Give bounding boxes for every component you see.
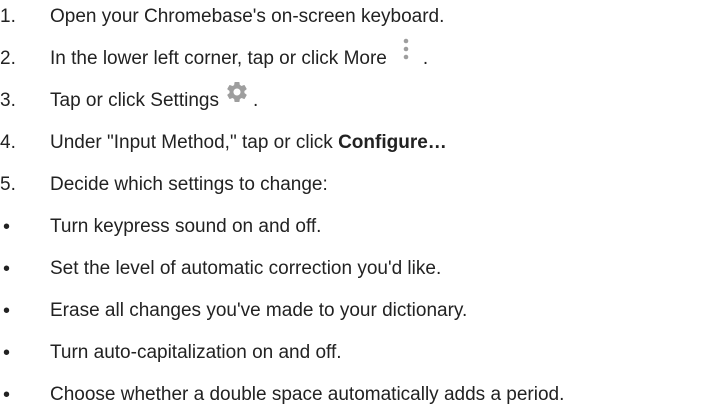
step-number: 2.: [0, 48, 16, 69]
step-number: 3.: [0, 90, 16, 111]
bullet-marker: •: [3, 384, 11, 406]
step-text: In the lower left corner, tap or click M…: [50, 38, 429, 74]
instructions-page: 1. Open your Chromebase's on-screen keyb…: [0, 0, 701, 414]
bullet-marker: •: [3, 258, 11, 280]
bullet-marker: •: [3, 300, 11, 322]
step-text-before: Under "Input Method," tap or click: [50, 132, 339, 153]
step-text: Under "Input Method," tap or click Confi…: [50, 128, 447, 158]
step-number: 4.: [0, 132, 16, 153]
step-text-before: In the lower left corner, tap or click M…: [50, 48, 387, 69]
more-vert-icon: [403, 38, 409, 60]
bullet-text: Turn keypress sound on and off.: [50, 216, 322, 237]
bullet-text: Turn auto-capitalization on and off.: [50, 342, 342, 363]
step-text: Decide which settings to change:: [50, 174, 328, 195]
bullet-text: Set the level of automatic correction yo…: [50, 258, 442, 279]
step-text: Tap or click Settings.: [50, 82, 259, 116]
gear-icon: [225, 80, 249, 104]
bullet-marker: •: [3, 342, 11, 364]
step-text-after: .: [422, 48, 429, 69]
step-number: 5.: [0, 174, 16, 195]
step-text-before: Tap or click Settings: [50, 90, 219, 111]
step-number: 1.: [0, 6, 16, 27]
bullet-text: Erase all changes you've made to your di…: [50, 300, 468, 321]
configure-label: Configure…: [338, 132, 447, 153]
step-text: Open your Chromebase's on-screen keyboar…: [50, 6, 445, 27]
step-text-after: .: [252, 90, 259, 111]
bullet-marker: •: [3, 216, 11, 238]
bullet-text: Choose whether a double space automatica…: [50, 384, 565, 405]
